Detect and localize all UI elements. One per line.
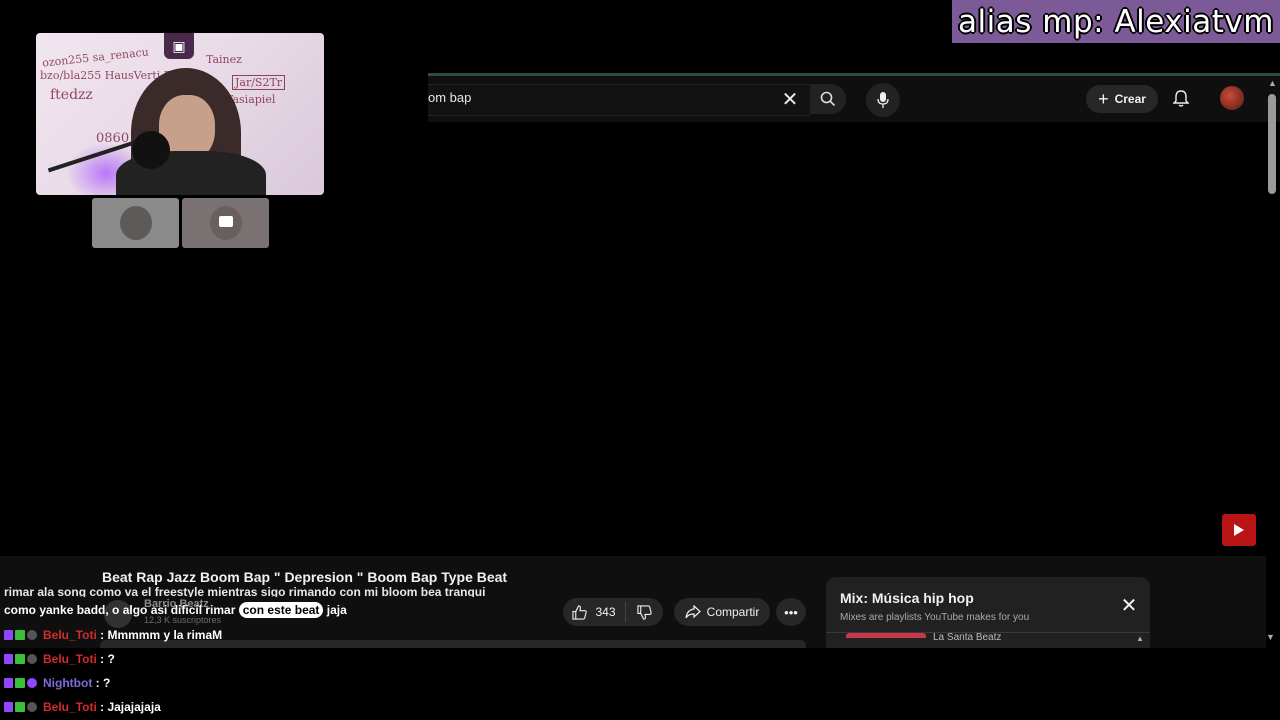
thumbs-down-icon: [637, 604, 652, 620]
twitch-badge-icon: [4, 678, 13, 688]
chat-badges: [4, 678, 37, 688]
chat-message: Belu_Toti : Mmmmm y la rimaM: [4, 625, 222, 645]
moderator-badge-icon: [15, 678, 25, 688]
like-count: 343: [595, 605, 616, 619]
twitch-badge-icon: [4, 702, 13, 712]
search-button[interactable]: [810, 84, 846, 114]
twitch-badge-icon: [4, 630, 13, 640]
chat-username[interactable]: Nightbot: [43, 676, 92, 690]
chat-message-text: : Mmmmm y la rimaM: [96, 628, 223, 642]
subtitle-highlight: con este beat: [238, 602, 324, 618]
twitch-badge-icon: [4, 654, 13, 664]
guest-cam-thumbnail[interactable]: [92, 198, 179, 248]
plus-icon: +: [1098, 88, 1109, 109]
bell-icon: [1173, 90, 1189, 107]
more-actions-button[interactable]: •••: [776, 598, 806, 626]
moderator-badge-icon: [15, 702, 25, 712]
user-badge-icon: [27, 702, 37, 712]
chat-message-text: : ?: [92, 676, 111, 690]
verified-badge-icon: [27, 678, 37, 688]
chat-message: Belu_Toti : Jajajajaja: [4, 697, 161, 717]
create-button-label: Crear: [1114, 92, 1146, 106]
search-icon: [820, 91, 836, 107]
mix-item-channel[interactable]: La Santa Beatz: [933, 632, 1001, 643]
moderator-badge-icon: [15, 630, 25, 640]
clear-search-icon[interactable]: ✕: [778, 87, 802, 111]
guest-cam-thumbnail-off[interactable]: [182, 198, 269, 248]
subtitle-text-end: jaja: [323, 603, 347, 617]
dislike-button[interactable]: [626, 604, 663, 620]
twitch-icon: ▣: [164, 33, 194, 59]
chat-badges: [4, 702, 37, 712]
mix-scroll-up-icon[interactable]: ▲: [1136, 634, 1144, 643]
alias-banner: alias mp: Alexiatvm: [952, 0, 1280, 43]
webcam-feed: ozon255 sa_renacu bzo/bla255 HausVerti B…: [36, 33, 324, 195]
more-horizontal-icon: •••: [784, 604, 798, 620]
chat-username[interactable]: Belu_Toti: [43, 652, 97, 666]
create-button[interactable]: + Crear: [1086, 85, 1158, 113]
video-title: Beat Rap Jazz Boom Bap " Depresion " Boo…: [102, 569, 508, 585]
chat-message: Nightbot : ?: [4, 673, 110, 693]
chat-message-text: : Jajajajaja: [96, 700, 161, 714]
like-dislike-group: 343: [563, 598, 663, 626]
mix-title[interactable]: Mix: Música hip hop: [840, 590, 974, 606]
thumbs-up-icon: [572, 604, 588, 620]
moderator-badge-icon: [15, 654, 25, 664]
subtitle-line-2: como yanke badd, o algo asi dificil rima…: [4, 602, 347, 618]
chat-badges: [4, 630, 37, 640]
account-avatar[interactable]: [1220, 86, 1244, 110]
microphone-icon: [877, 92, 889, 108]
share-button-label: Compartir: [706, 605, 760, 619]
scrollbar-thumb[interactable]: [1268, 94, 1276, 194]
chat-username[interactable]: Belu_Toti: [43, 628, 97, 642]
share-icon: [685, 605, 701, 619]
subscribe-watermark-icon[interactable]: [1222, 514, 1256, 546]
chat-badges: [4, 654, 37, 664]
user-badge-icon: [27, 630, 37, 640]
chat-message: Belu_Toti : ?: [4, 649, 115, 669]
subtitle-line-1: rimar ala song como va el freestyle mien…: [4, 585, 486, 597]
alias-banner-text: alias mp: Alexiatvm: [958, 3, 1274, 40]
search-query-text: om bap: [428, 90, 472, 105]
voice-search-button[interactable]: [866, 83, 900, 117]
mix-subtitle: Mixes are playlists YouTube makes for yo…: [840, 612, 1030, 623]
camera-icon: [219, 216, 233, 227]
mix-item-thumbnail[interactable]: [846, 633, 926, 638]
search-input[interactable]: [428, 84, 810, 116]
subtitle-text-start: como yanke badd, o algo asi dificil rima…: [4, 603, 239, 617]
close-mix-icon[interactable]: ✕: [1118, 594, 1140, 617]
like-button[interactable]: 343: [563, 602, 626, 622]
chat-username[interactable]: Belu_Toti: [43, 700, 97, 714]
scroll-down-arrow-icon[interactable]: ▼: [1266, 632, 1275, 642]
scroll-up-arrow-icon[interactable]: ▲: [1268, 78, 1277, 88]
share-button[interactable]: Compartir: [674, 598, 770, 626]
user-badge-icon: [27, 654, 37, 664]
notifications-button[interactable]: [1168, 86, 1194, 112]
chat-message-text: : ?: [96, 652, 115, 666]
